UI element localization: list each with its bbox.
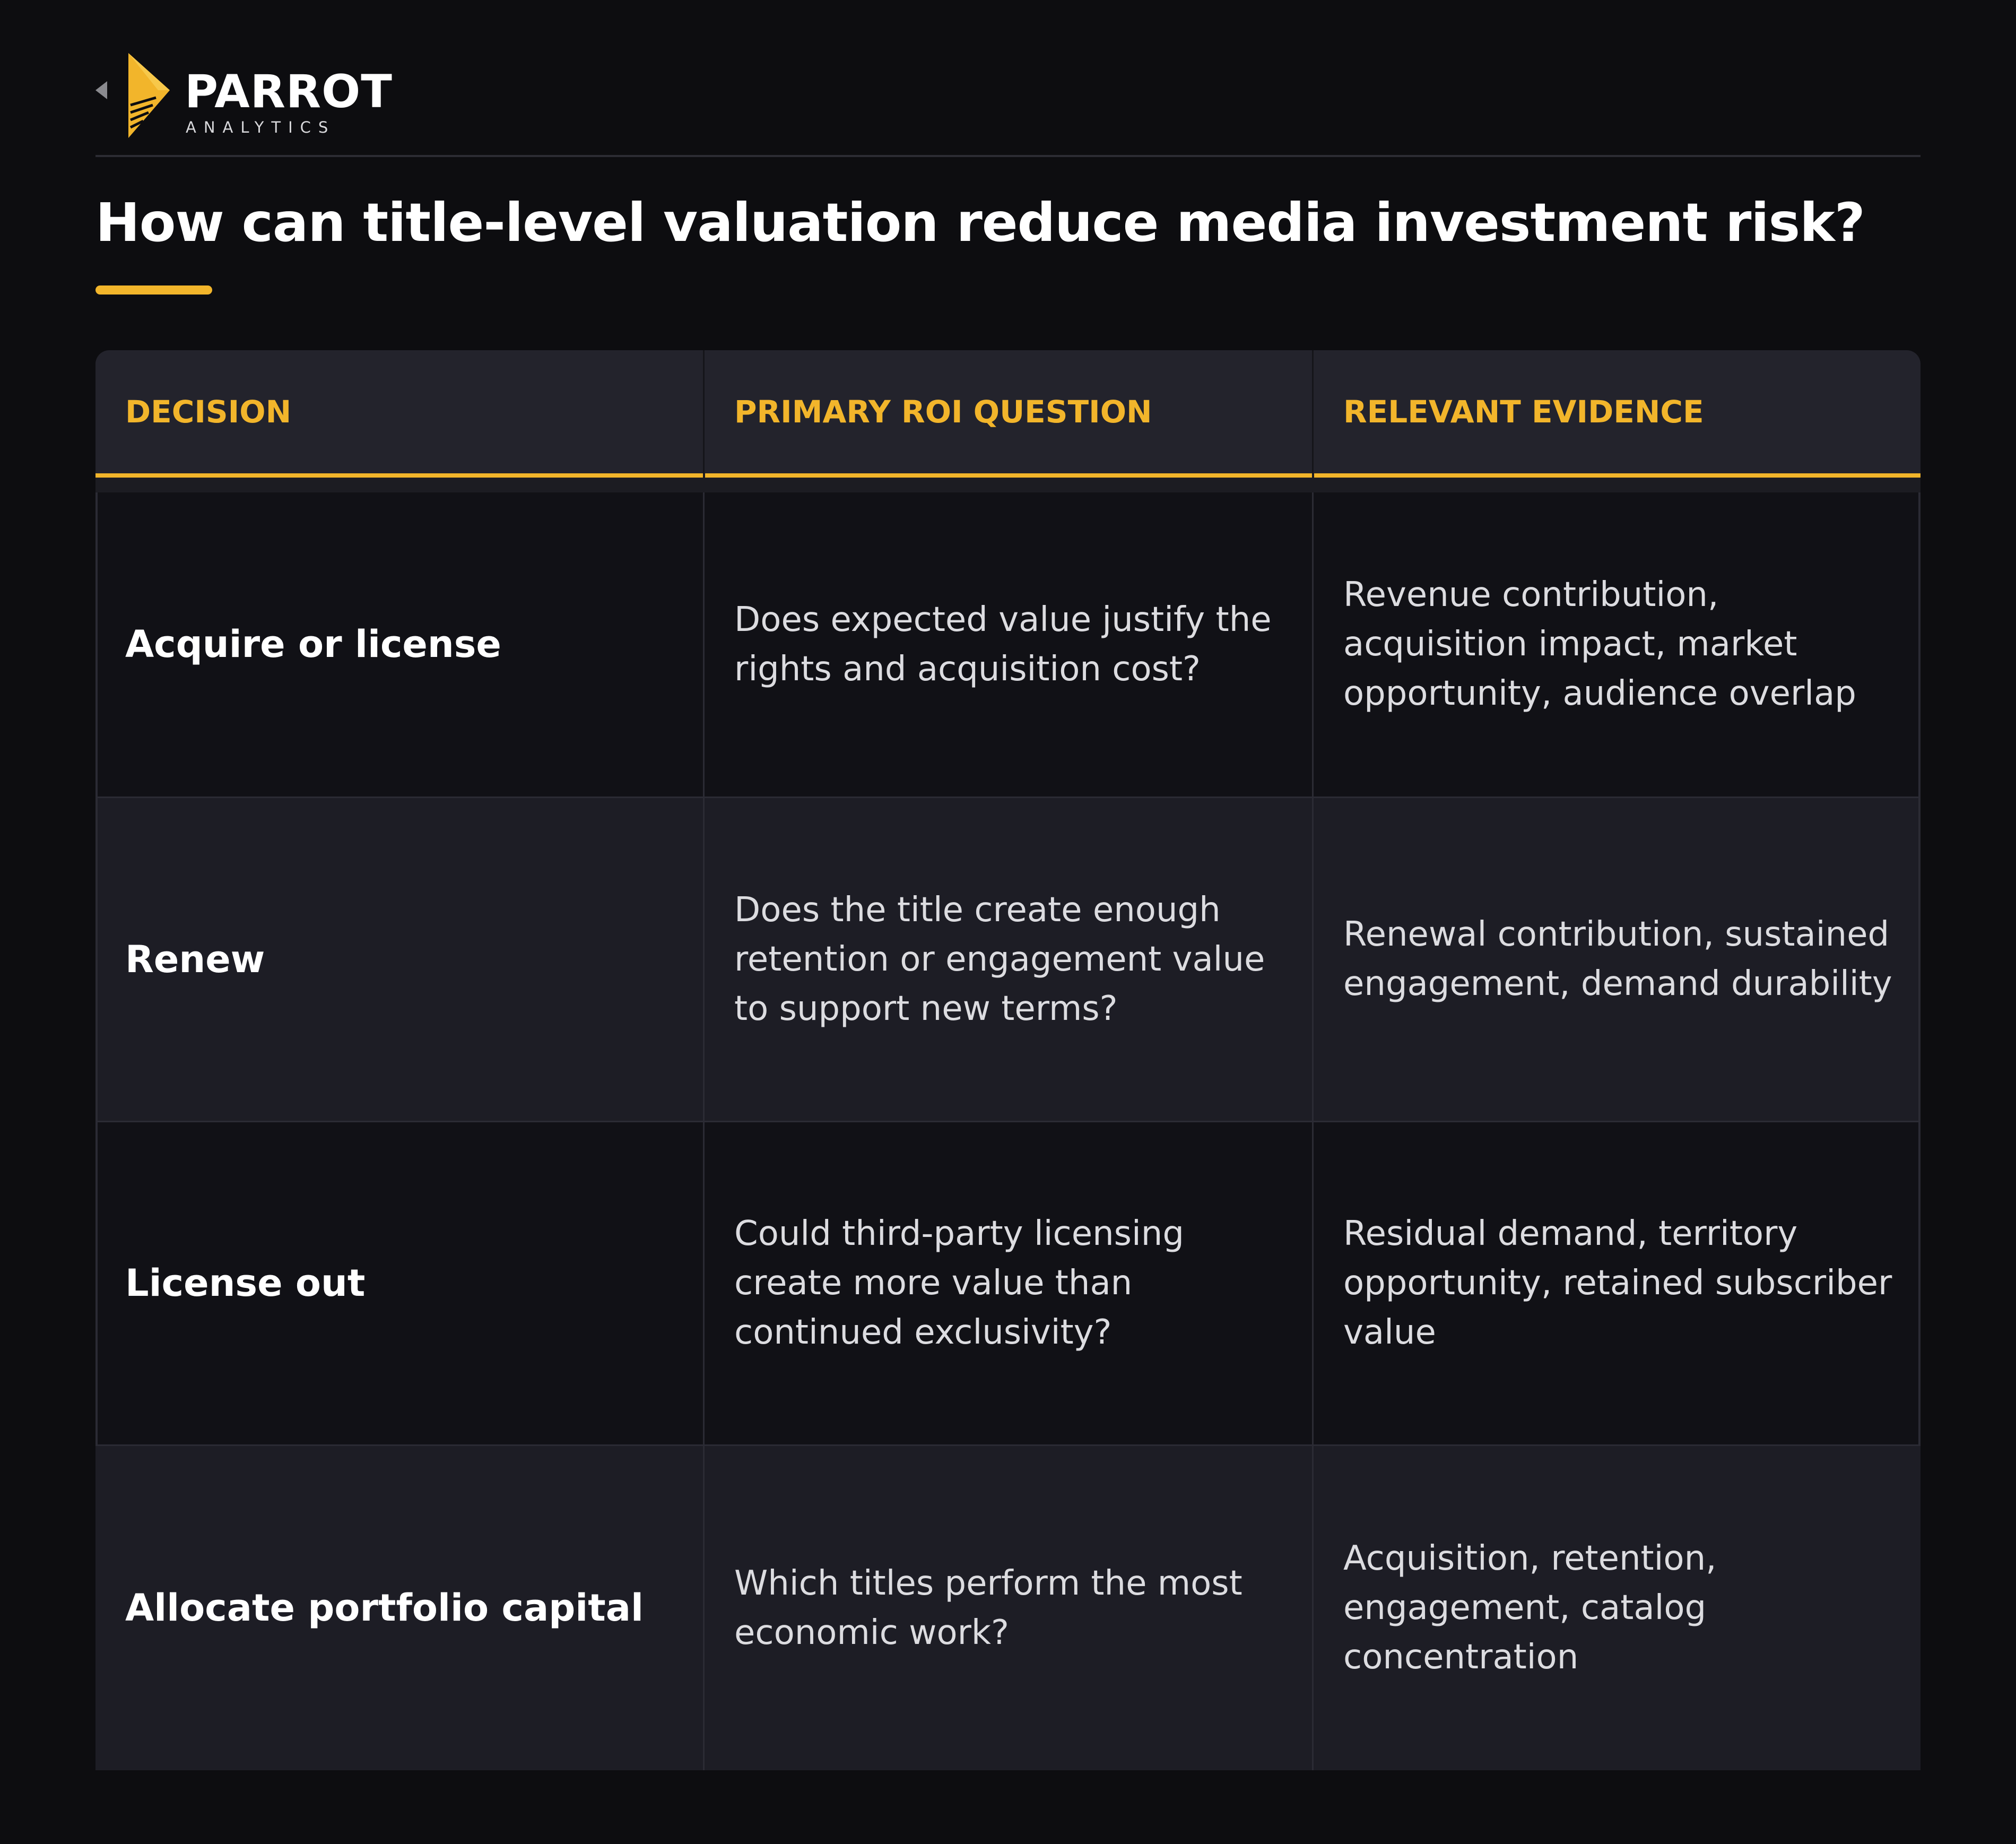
table-row: License out Could third-party licensing … [95,1122,1921,1444]
brand-subtitle: ANALYTICS [186,118,336,136]
table-row: Renew Does the title create enough reten… [95,798,1921,1121]
column-divider [703,492,705,1770]
evidence-text: Acquisition, retention, engagement, cata… [1343,1539,1717,1677]
decision-label: Allocate portfolio capital [125,1586,644,1630]
question-cell: Which titles perform the most economic w… [705,1446,1312,1770]
question-text: Does expected value justify the rights a… [734,600,1272,689]
question-cell: Could third-party licensing create more … [705,1122,1312,1444]
evidence-text: Revenue contribution, acquisition impact… [1343,575,1856,713]
header-accent-rule [95,473,1921,478]
question-cell: Does the title create enough retention o… [705,798,1312,1121]
table-left-edge [95,492,98,1446]
evidence-cell: Renewal contribution, sustained engageme… [1314,798,1921,1121]
table-right-edge [1918,492,1921,1446]
brand-logo[interactable]: PARROT ANALYTICS [95,53,392,143]
decision-cell: Allocate portfolio capital [95,1446,703,1770]
evidence-cell: Residual demand, territory opportunity, … [1314,1122,1921,1444]
question-cell: Does expected value justify the rights a… [705,492,1312,797]
column-header-evidence: RELEVANT EVIDENCE [1343,394,1704,430]
question-text: Could third-party licensing create more … [734,1214,1184,1352]
header-rule-gap [1312,473,1314,478]
question-text: Does the title create enough retention o… [734,890,1265,1028]
decision-cell: Renew [95,798,703,1121]
header-divider [95,155,1921,157]
header-shadow [95,478,1921,492]
column-header-question: PRIMARY ROI QUESTION [734,394,1152,430]
evidence-cell: Revenue contribution, acquisition impact… [1314,492,1921,797]
decision-cell: License out [95,1122,703,1444]
decision-cell: Acquire or license [95,492,703,797]
decision-label: Acquire or license [125,622,501,666]
brand-name: PARROT [185,65,393,118]
evidence-cell: Acquisition, retention, engagement, cata… [1314,1446,1921,1770]
evidence-text: Residual demand, territory opportunity, … [1343,1214,1892,1352]
page: PARROT ANALYTICS How can title-level val… [0,0,2016,1844]
question-text: Which titles perform the most economic w… [734,1563,1242,1652]
table-row: Acquire or license Does expected value j… [95,492,1921,797]
decision-table: DECISION PRIMARY ROI QUESTION RELEVANT E… [95,350,1921,1770]
column-divider [1312,492,1314,1770]
title-underline [95,285,212,295]
header-rule-gap [703,473,705,478]
decision-label: License out [125,1261,366,1305]
decision-label: Renew [125,937,265,981]
column-header-decision: DECISION [125,394,292,430]
page-title: How can title-level valuation reduce med… [95,192,1865,254]
table-row: Allocate portfolio capital Which titles … [95,1446,1921,1770]
evidence-text: Renewal contribution, sustained engageme… [1343,915,1892,1003]
parrot-logo-icon [95,53,170,138]
table-header: DECISION PRIMARY ROI QUESTION RELEVANT E… [95,350,1921,473]
